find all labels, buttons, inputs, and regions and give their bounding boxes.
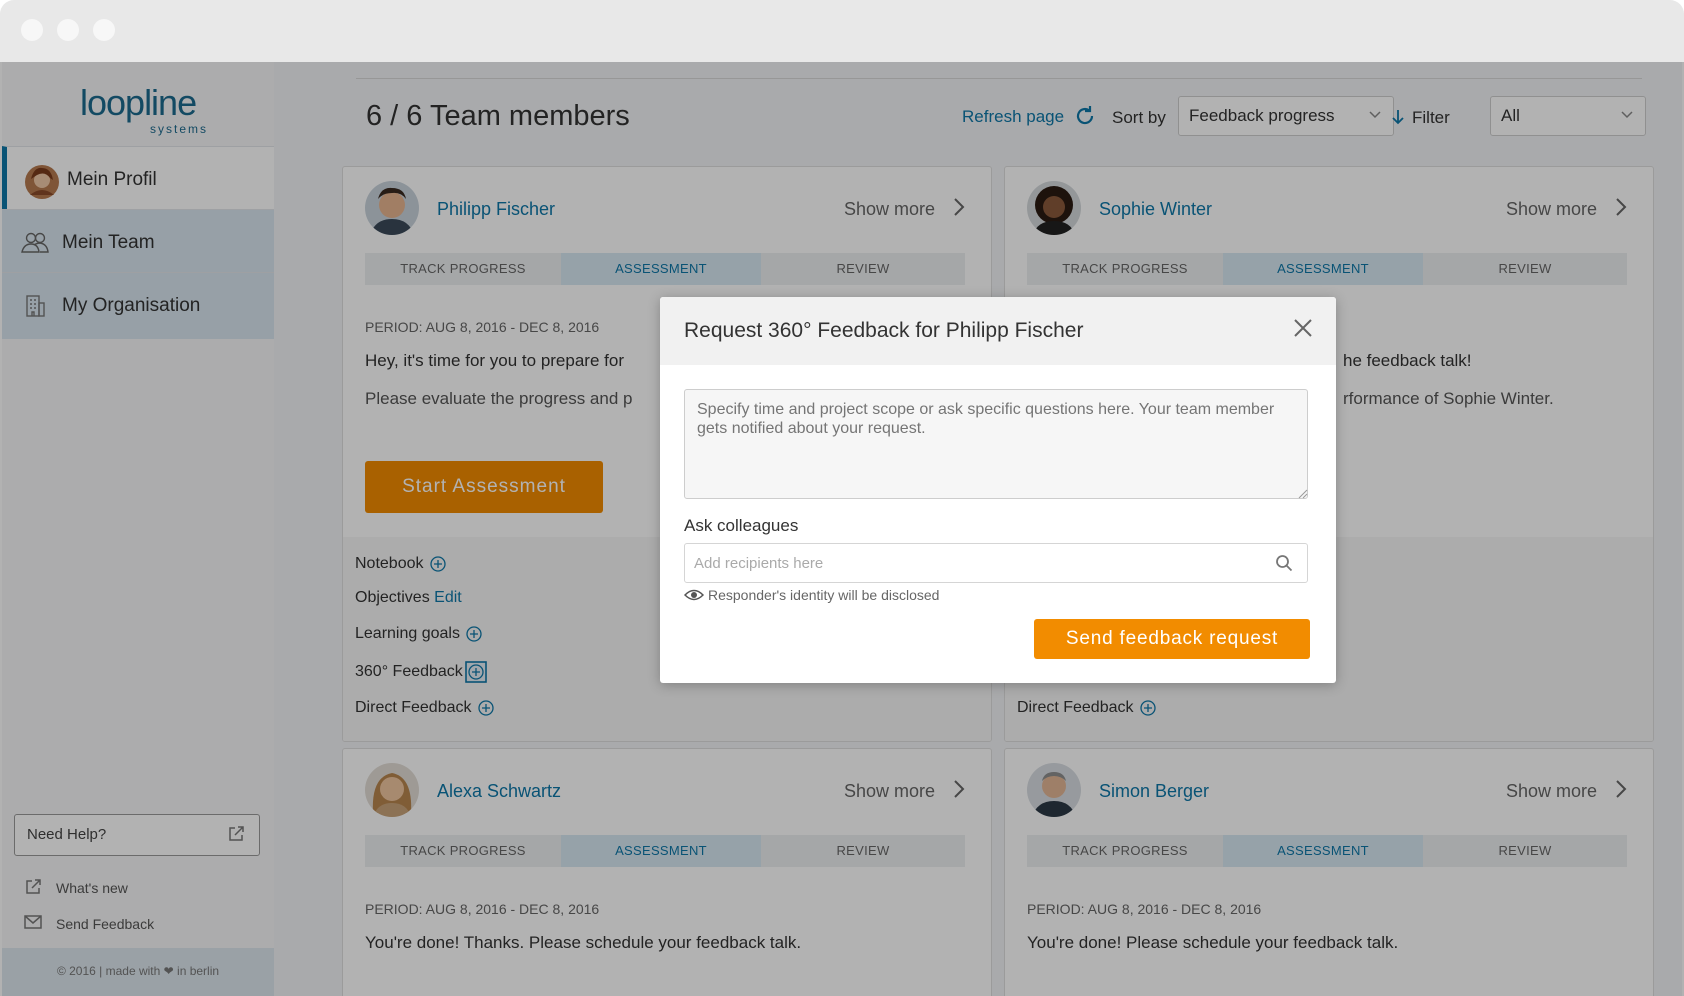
search-icon[interactable] bbox=[1275, 554, 1293, 572]
recipients-placeholder: Add recipients here bbox=[694, 555, 824, 572]
browser-window: loopline systems Mein Profil Mein Team M… bbox=[0, 0, 1684, 996]
resize-handle-icon[interactable] bbox=[1298, 489, 1308, 499]
window-close-dot[interactable] bbox=[21, 19, 43, 41]
close-icon[interactable] bbox=[1292, 317, 1314, 339]
feedback-request-modal: Request 360° Feedback for Philipp Fische… bbox=[660, 297, 1336, 683]
disclosure-text: Responder's identity will be disclosed bbox=[708, 587, 940, 603]
send-feedback-request-button[interactable]: Send feedback request bbox=[1034, 619, 1310, 659]
feedback-scope-textarea[interactable] bbox=[684, 389, 1308, 499]
recipients-input[interactable]: Add recipients here bbox=[684, 543, 1308, 583]
window-maximize-dot[interactable] bbox=[93, 19, 115, 41]
ask-colleagues-label: Ask colleagues bbox=[684, 516, 799, 535]
eye-icon bbox=[684, 589, 704, 601]
window-titlebar bbox=[0, 0, 1684, 62]
modal-header: Request 360° Feedback for Philipp Fische… bbox=[660, 297, 1336, 365]
modal-title: Request 360° Feedback for Philipp Fische… bbox=[684, 319, 1084, 342]
window-minimize-dot[interactable] bbox=[57, 19, 79, 41]
